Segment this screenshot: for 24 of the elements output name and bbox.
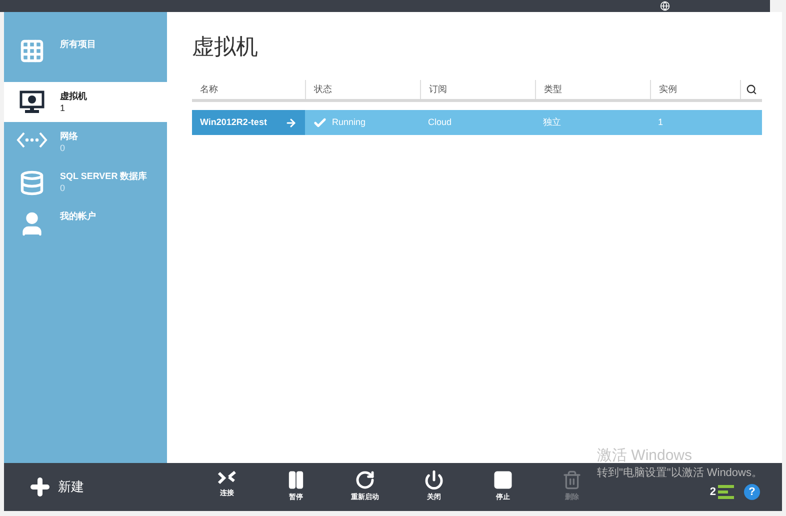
notification-count: 2 [710,484,716,500]
column-header[interactable]: 名称 [192,80,305,99]
sidebar-label: 我的帐户 [60,210,96,222]
activation-message: 转到"电脑设置"以激活 Windows。 [597,466,762,480]
sidebar-label: 所有项目 [60,38,96,50]
column-header[interactable]: 状态 [305,80,420,99]
column-header[interactable]: 订阅 [420,80,535,99]
sidebar-item[interactable]: 虚拟机 1 [4,82,167,122]
column-header[interactable]: 类型 [535,80,650,99]
sidebar-count: 0 [60,142,66,154]
sidebar-label: 虚拟机 [60,90,87,102]
new-button[interactable]: 新建 [28,475,178,499]
page-title: 虚拟机 [192,33,259,61]
sidebar-count: 1 [60,102,66,114]
sidebar-label: SQL SERVER 数据库 [60,170,148,182]
subscription-cell-text: Cloud [427,116,453,129]
instances-cell-text: 1 [657,116,664,129]
type-cell-text: 独立 [542,116,562,129]
column-header[interactable]: 实例 [650,80,740,99]
vm-name: Win2012R2-test [200,116,267,129]
sidebar-count: 0 [60,182,66,194]
activation-title: 激活 Windows [597,446,694,466]
status-cell-text: Running [332,116,366,129]
sidebar-label: 网络 [60,130,78,142]
